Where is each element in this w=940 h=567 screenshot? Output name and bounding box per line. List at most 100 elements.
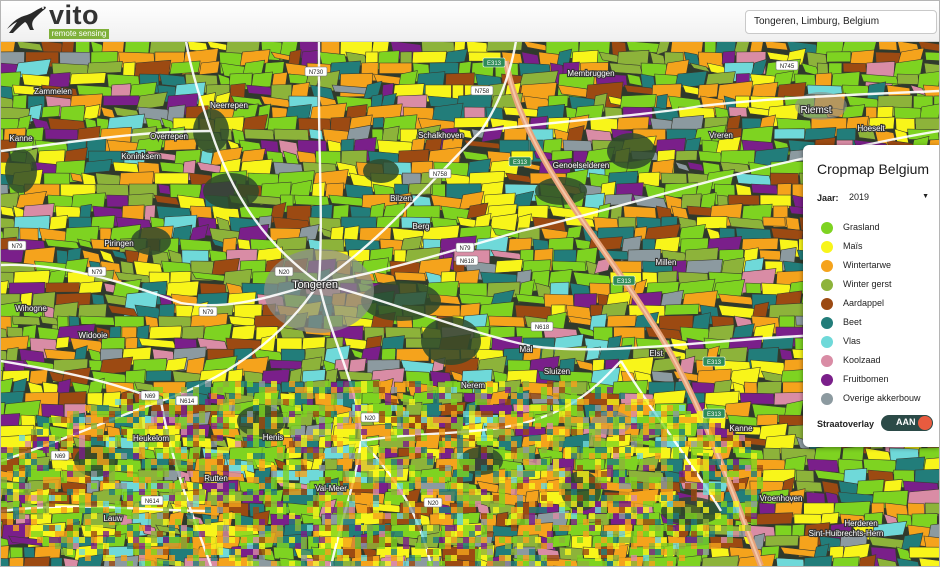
pixel-block <box>265 393 271 399</box>
pixel-block <box>589 411 595 417</box>
pixel-block <box>457 435 463 441</box>
pixel-block <box>271 477 277 483</box>
pixel-block <box>217 495 223 501</box>
town-label: Zammelen <box>34 87 72 96</box>
pixel-block <box>421 453 427 459</box>
pixel-block <box>637 399 643 405</box>
pixel-block <box>433 537 439 543</box>
pixel-block <box>679 555 685 561</box>
crop-parcel <box>522 40 550 52</box>
town-label: Vreren <box>709 131 733 140</box>
pixel-block <box>313 561 319 566</box>
pixel-block <box>553 555 559 561</box>
forest-patch <box>131 227 171 255</box>
pixel-block <box>499 537 505 543</box>
pixel-block <box>337 555 343 561</box>
pixel-block <box>115 531 121 537</box>
pixel-block <box>571 399 577 405</box>
pixel-block <box>427 459 433 465</box>
pixel-block <box>469 543 475 549</box>
pixel-block <box>133 549 139 555</box>
legend-label: Overige akkerbouw <box>843 393 921 403</box>
pixel-block <box>715 435 721 441</box>
pixel-block <box>619 429 625 435</box>
crop-map-canvas[interactable]: TongerenZammelenNeerrepenOverrepenKonink… <box>1 36 939 566</box>
location-search-input[interactable]: Tongeren, Limburg, Belgium <box>745 10 937 34</box>
crop-parcel <box>718 293 755 306</box>
pixel-block <box>205 447 211 453</box>
svg-text:N618: N618 <box>460 259 475 265</box>
pixel-block <box>553 525 559 531</box>
pixel-block <box>595 471 601 477</box>
legend-label: Koolzaad <box>843 355 881 365</box>
legend-item: Fruitbomen <box>821 373 936 387</box>
town-label: Vroenhoven <box>760 494 803 503</box>
street-overlay-toggle[interactable]: AAN <box>881 415 933 431</box>
pixel-block <box>157 531 163 537</box>
pixel-block <box>55 417 61 423</box>
pixel-block <box>559 441 565 447</box>
pixel-block <box>571 405 577 411</box>
pixel-block <box>169 531 175 537</box>
pixel-block <box>613 447 619 453</box>
pixel-block <box>631 555 637 561</box>
pixel-block <box>361 513 367 519</box>
pixel-block <box>43 471 49 477</box>
pixel-block <box>481 441 487 447</box>
pixel-block <box>619 465 625 471</box>
year-select[interactable]: 2019 ▼ <box>839 189 929 205</box>
pixel-block <box>625 399 631 405</box>
pixel-block <box>379 561 385 566</box>
svg-text:N79: N79 <box>459 246 471 252</box>
crop-parcel <box>741 237 779 251</box>
pixel-block <box>283 465 289 471</box>
pixel-block <box>259 477 265 483</box>
pixel-block <box>79 537 85 543</box>
pixel-block <box>67 441 73 447</box>
pixel-block <box>313 513 319 519</box>
vito-logo[interactable]: vito remote sensing <box>5 1 115 39</box>
pixel-block <box>361 525 367 531</box>
pixel-block <box>565 471 571 477</box>
pixel-block <box>145 543 151 549</box>
pixel-block <box>451 495 457 501</box>
pixel-block <box>403 417 409 423</box>
pixel-block <box>325 543 331 549</box>
pixel-block <box>19 441 25 447</box>
pixel-block <box>331 561 337 566</box>
pixel-block <box>655 519 661 525</box>
pixel-block <box>679 435 685 441</box>
pixel-block <box>253 549 259 555</box>
town-label: Lauw <box>103 514 122 523</box>
pixel-block <box>379 381 385 387</box>
town-label: Kanne <box>9 134 33 143</box>
pixel-block <box>127 489 133 495</box>
pixel-block <box>61 477 67 483</box>
pixel-block <box>121 405 127 411</box>
pixel-block <box>469 435 475 441</box>
legend-label: Winter gerst <box>843 279 892 289</box>
crop-parcel <box>55 336 70 349</box>
pixel-block <box>337 549 343 555</box>
pixel-block <box>739 531 745 537</box>
pixel-block <box>121 489 127 495</box>
pixel-block <box>577 519 583 525</box>
pixel-block <box>583 447 589 453</box>
pixel-block <box>181 453 187 459</box>
pixel-block <box>541 543 547 549</box>
pixel-block <box>403 537 409 543</box>
pixel-block <box>223 537 229 543</box>
pixel-block <box>193 525 199 531</box>
pixel-block <box>493 465 499 471</box>
pixel-block <box>721 465 727 471</box>
pixel-block <box>499 447 505 453</box>
pixel-block <box>691 441 697 447</box>
pixel-block <box>481 513 487 519</box>
pixel-block <box>619 489 625 495</box>
pixel-block <box>625 447 631 453</box>
pixel-block <box>721 447 727 453</box>
crop-map[interactable]: Tongeren Zammelen Neerrepen Overrepen Konink… <box>1 36 939 566</box>
pixel-block <box>379 519 385 525</box>
pixel-block <box>25 471 31 477</box>
pixel-block <box>601 549 607 555</box>
